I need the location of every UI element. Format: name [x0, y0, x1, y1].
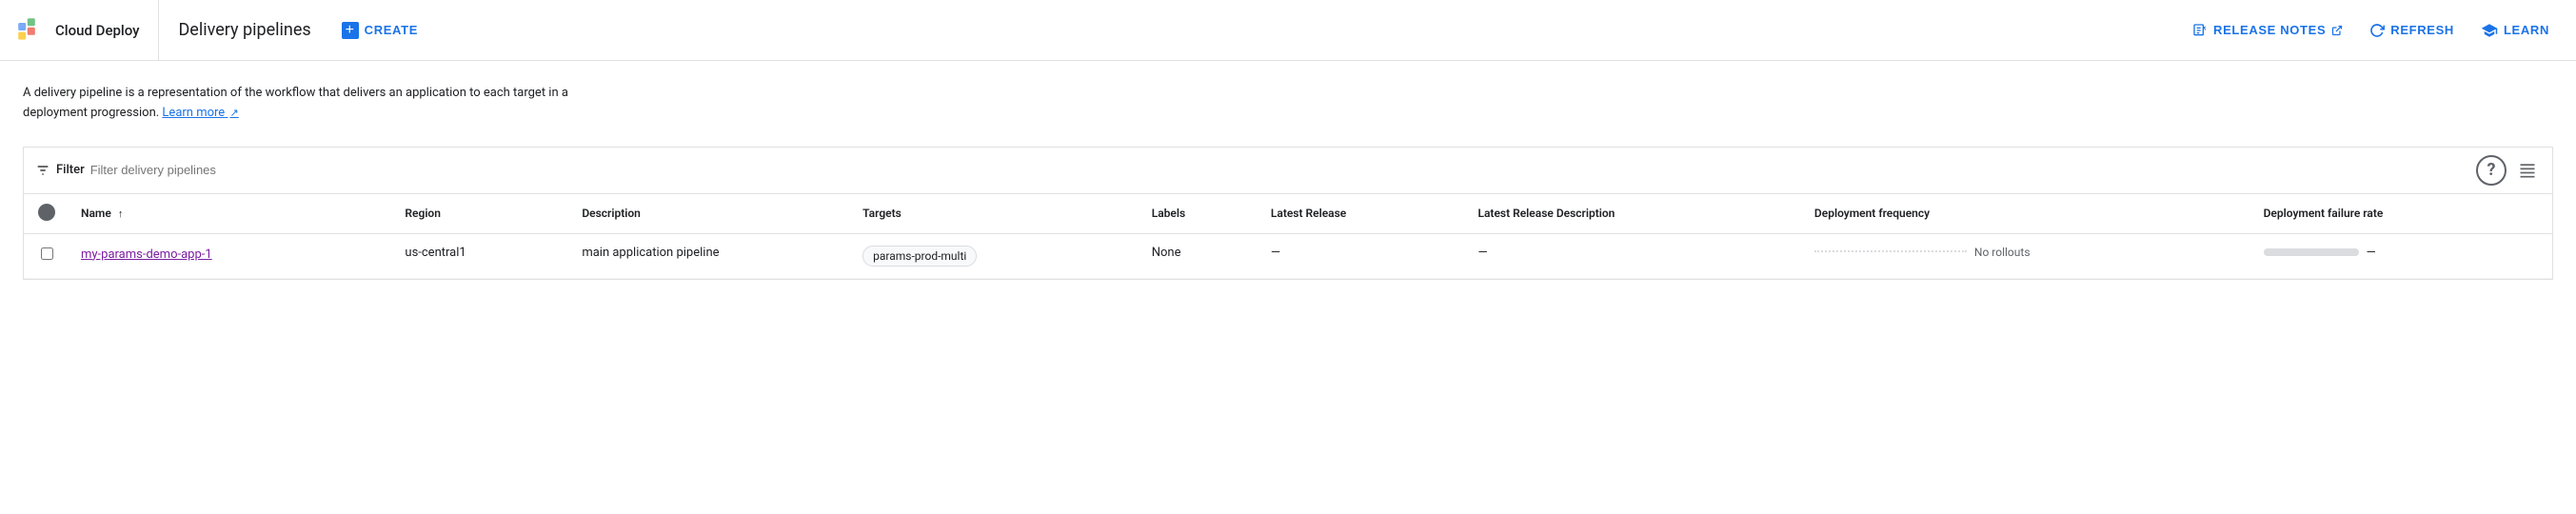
- refresh-button[interactable]: REFRESH: [2358, 15, 2466, 46]
- filter-icon: [35, 163, 50, 178]
- row-latest-release-desc-cell: —: [1467, 233, 1803, 278]
- learn-more-link[interactable]: Learn more ↗: [162, 106, 238, 120]
- release-notes-button[interactable]: RELEASE NOTES: [2181, 15, 2354, 46]
- deployment-fail-bar: [2264, 248, 2359, 256]
- row-name-cell: my-params-demo-app-1: [69, 233, 393, 278]
- row-checkbox[interactable]: [41, 247, 53, 260]
- learn-label: LEARN: [2504, 23, 2549, 37]
- main-content: A delivery pipeline is a representation …: [0, 61, 2576, 280]
- release-notes-label: RELEASE NOTES: [2213, 23, 2326, 37]
- row-deployment-fail-cell: —: [2252, 233, 2552, 278]
- plus-icon: +: [342, 22, 359, 39]
- release-notes-icon: [2192, 23, 2208, 38]
- page-title-area: Delivery pipelines + CREATE: [159, 0, 2181, 60]
- google-cloud-logo-icon: [15, 15, 46, 46]
- learn-icon: [2481, 22, 2498, 39]
- learn-button[interactable]: LEARN: [2469, 14, 2561, 47]
- deployment-fail-value: —: [2367, 246, 2376, 260]
- table-row: my-params-demo-app-1 us-central1 main ap…: [24, 233, 2552, 278]
- row-region-cell: us-central1: [393, 233, 570, 278]
- latest-release-desc-col-header[interactable]: Latest Release Description: [1467, 194, 1803, 234]
- filter-input[interactable]: [90, 163, 2468, 177]
- topbar: Cloud Deploy Delivery pipelines + CREATE…: [0, 0, 2576, 61]
- create-button[interactable]: + CREATE: [327, 14, 433, 47]
- logo-area: Cloud Deploy: [15, 0, 159, 60]
- target-badge[interactable]: params-prod-multi: [862, 246, 977, 267]
- header-checkbox[interactable]: [38, 204, 55, 221]
- labels-col-header[interactable]: Labels: [1140, 194, 1259, 234]
- no-rollouts-label: No rollouts: [1974, 246, 2031, 259]
- table-header-row: Name ↑ Region Description Targets Labels…: [24, 194, 2552, 234]
- latest-release-col-header[interactable]: Latest Release: [1259, 194, 1467, 234]
- create-label: CREATE: [365, 23, 418, 37]
- filter-left: Filter: [35, 163, 2468, 178]
- checkbox-col-header: [24, 194, 69, 234]
- app-name-label: Cloud Deploy: [55, 22, 139, 39]
- name-col-header[interactable]: Name ↑: [69, 194, 393, 234]
- filter-bar: Filter ?: [23, 147, 2553, 193]
- deployment-freq-content: No rollouts: [1814, 246, 2241, 259]
- deployment-freq-col-header[interactable]: Deployment frequency: [1803, 194, 2252, 234]
- no-rollouts-dotted-bar: [1814, 250, 1967, 254]
- filter-label: Filter: [56, 163, 85, 177]
- row-latest-release-cell: —: [1259, 233, 1467, 278]
- pipelines-table: Name ↑ Region Description Targets Labels…: [24, 194, 2552, 279]
- row-description-cell: main application pipeline: [570, 233, 851, 278]
- row-labels-cell: None: [1140, 233, 1259, 278]
- external-link-small-icon: ↗: [229, 107, 238, 119]
- pipeline-name-link[interactable]: my-params-demo-app-1: [81, 246, 382, 265]
- external-link-icon: [2331, 25, 2343, 36]
- row-targets-cell: params-prod-multi: [851, 233, 1140, 278]
- page-title: Delivery pipelines: [178, 20, 310, 40]
- topbar-actions: RELEASE NOTES REFRESH LEARN: [2181, 14, 2561, 47]
- row-checkbox-cell[interactable]: [24, 233, 69, 278]
- deployment-fail-col-header[interactable]: Deployment failure rate: [2252, 194, 2552, 234]
- filter-right: ?: [2476, 155, 2541, 186]
- description-text: A delivery pipeline is a representation …: [23, 84, 594, 124]
- deployment-fail-content: —: [2264, 246, 2541, 260]
- help-icon-button[interactable]: ?: [2476, 155, 2507, 186]
- refresh-label: REFRESH: [2390, 23, 2454, 37]
- density-icon: [2518, 161, 2537, 180]
- density-toggle-button[interactable]: [2514, 157, 2541, 184]
- sort-asc-icon: ↑: [118, 208, 124, 220]
- targets-col-header[interactable]: Targets: [851, 194, 1140, 234]
- refresh-icon: [2369, 23, 2385, 38]
- region-col-header[interactable]: Region: [393, 194, 570, 234]
- description-col-header[interactable]: Description: [570, 194, 851, 234]
- pipelines-table-container: Name ↑ Region Description Targets Labels…: [23, 193, 2553, 280]
- row-deployment-freq-cell: No rollouts: [1803, 233, 2252, 278]
